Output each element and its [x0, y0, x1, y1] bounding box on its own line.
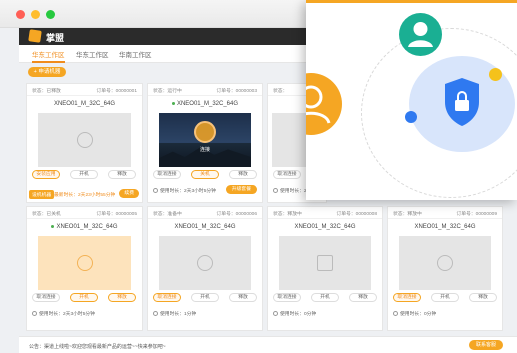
card-status: 状态：已释放 — [32, 89, 61, 94]
card-machine-name: XNEO01_M_32C_64G — [53, 101, 116, 107]
machine-screen[interactable] — [38, 113, 131, 167]
power-on-button[interactable]: 开机 — [70, 170, 98, 179]
security-illustration-panel — [306, 0, 517, 200]
add-machine-button[interactable]: + 申请机器 — [28, 67, 66, 77]
loading-icon — [197, 255, 213, 271]
tab-workspace-2[interactable]: 华东工作区 — [76, 49, 109, 63]
machine-screen[interactable] — [399, 236, 491, 290]
connect-label: 连接 — [199, 147, 210, 153]
contact-support-button[interactable]: 联系客服 — [468, 340, 503, 350]
machine-card: 状态：准备中 订单号：00000006 XNEO01_M_32C_64G 取消连接… — [147, 206, 263, 331]
machine-screen[interactable] — [159, 236, 251, 290]
trash-icon — [317, 255, 333, 271]
card-footer: 使用时长：2天3小时5分钟 升级套餐 — [153, 185, 257, 194]
image-placeholder-icon — [76, 132, 93, 148]
release-button[interactable]: 释放 — [469, 293, 497, 302]
shutdown-button[interactable]: 关机 — [191, 170, 219, 179]
cancel-connect-button[interactable]: 取消连接 — [273, 170, 301, 179]
renew-button[interactable]: 续费 — [119, 189, 139, 198]
clock-icon — [32, 311, 37, 317]
cancel-connect-button[interactable]: 取消连接 — [273, 293, 301, 302]
cancel-connect-button[interactable]: 取消连接 — [32, 293, 60, 302]
card-footer: 使用时长：0分钟 — [273, 310, 377, 317]
card-status: 状态：释放中 — [273, 212, 302, 217]
decorative-dot — [405, 111, 417, 123]
brand-name: 掌盟 — [46, 33, 65, 43]
card-status: 状态：释放中 — [393, 212, 422, 217]
power-icon — [76, 255, 93, 271]
clock-icon — [153, 311, 158, 317]
machine-card: 状态：已关机 订单号：00000005 XNEO01_M_32C_64G 取消连接… — [26, 206, 143, 331]
card-footer-text: 最新时长：2天23小时55分钟 — [54, 193, 116, 198]
release-button[interactable]: 释放 — [349, 293, 377, 302]
cancel-connect-button[interactable]: 取消连接 — [153, 293, 181, 302]
machine-card: 状态：释放中 订单号：00000009 XNEO01_M_32C_64G 取消连接… — [387, 206, 503, 331]
close-window-button[interactable] — [16, 10, 25, 19]
maximize-window-button[interactable] — [46, 10, 55, 19]
upgrade-plan-button[interactable]: 升级套餐 — [225, 185, 257, 194]
card-order-number: 订单号：00000005 — [96, 212, 137, 217]
machine-card: 状态：已释放 订单号：00000001 XNEO01_M_32C_64G 安装应用… — [26, 83, 143, 203]
tab-workspace-1[interactable]: 华东工作区 — [32, 49, 65, 63]
card-order-number: 订单号：00000008 — [336, 212, 377, 217]
card-footer: 使用时长：2天3小时5分钟 — [32, 310, 137, 317]
card-status: 状态： — [273, 89, 288, 94]
machine-screen[interactable] — [279, 236, 371, 290]
clock-icon — [273, 188, 278, 194]
announcement-bar: 公告：渠道上线啦~欢迎您观看最新产品的运营~~快来参加吧~ 联系客服 — [19, 336, 517, 353]
card-order-number: 订单号：00000003 — [216, 89, 257, 94]
card-order-number: 订单号：00000009 — [456, 212, 497, 217]
release-button[interactable]: 释放 — [108, 293, 136, 302]
machine-screen[interactable]: 连接 — [159, 113, 251, 167]
card-machine-name: XNEO01_M_32C_64G — [148, 101, 262, 107]
card-machine-name: XNEO01_M_32C_64G — [414, 224, 476, 230]
card-status: 状态：已关机 — [32, 212, 61, 217]
decorative-dot — [489, 68, 502, 81]
card-machine-name: XNEO01_M_32C_64G — [294, 224, 356, 230]
card-machine-name: XNEO01_M_32C_64G — [27, 224, 142, 230]
card-status: 状态：准备中 — [153, 212, 182, 217]
release-button[interactable]: 释放 — [229, 293, 257, 302]
accent-line — [306, 0, 517, 3]
card-machine-name: XNEO01_M_32C_64G — [174, 224, 236, 230]
machine-screen[interactable] — [38, 236, 131, 290]
online-indicator — [171, 101, 175, 105]
announcement-text: 公告：渠道上线啦~欢迎您观看最新产品的运营~~快来参加吧~ — [29, 344, 166, 350]
power-on-button[interactable]: 开机 — [311, 293, 339, 302]
clock-icon — [273, 311, 278, 317]
card-footer: 使用时长：1分钟 — [153, 310, 257, 317]
connect-icon[interactable] — [194, 121, 216, 143]
card-order-number: 订单号：00000001 — [96, 89, 137, 94]
logo-icon — [28, 29, 42, 43]
power-on-button[interactable]: 开机 — [70, 293, 98, 302]
power-on-button[interactable]: 开机 — [431, 293, 459, 302]
user-avatar-icon — [306, 73, 342, 135]
clock-icon — [393, 311, 398, 317]
clock-icon — [153, 188, 158, 194]
online-indicator — [51, 224, 55, 228]
restore-icon — [437, 255, 453, 271]
card-footer: 使用时长：0分钟 — [393, 310, 497, 317]
tab-workspace-3[interactable]: 华南工作区 — [119, 49, 152, 63]
minimize-window-button[interactable] — [31, 10, 40, 19]
card-status: 状态：运行中 — [153, 89, 182, 94]
machine-card: 状态：释放中 订单号：00000008 XNEO01_M_32C_64G 取消连接… — [267, 206, 383, 331]
release-button[interactable]: 释放 — [108, 170, 136, 179]
card-footer: 设机机器 最新时长：2天23小时55分钟 续费 — [26, 187, 143, 201]
power-on-button[interactable]: 开机 — [191, 293, 219, 302]
machine-badge: 设机机器 — [29, 190, 55, 199]
release-button[interactable]: 释放 — [229, 170, 257, 179]
install-app-button[interactable]: 安装应用 — [32, 170, 60, 179]
cancel-connect-button[interactable]: 取消连接 — [153, 170, 181, 179]
cancel-connect-button[interactable]: 取消连接 — [393, 293, 421, 302]
user-avatar-icon — [399, 13, 442, 56]
machine-card: 状态：运行中 订单号：00000003 XNEO01_M_32C_64G 连接 取… — [147, 83, 263, 203]
card-order-number: 订单号：00000006 — [216, 212, 257, 217]
